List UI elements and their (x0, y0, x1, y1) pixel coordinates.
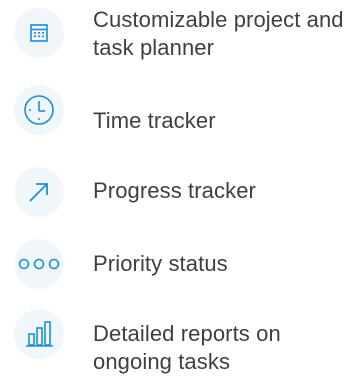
dots-icon (17, 258, 61, 270)
feature-list: Customizable project and task planner Ti… (0, 0, 361, 376)
feature-icon-wrap (14, 309, 64, 359)
feature-label: Priority status (93, 251, 228, 276)
feature-label: Customizable project and task planner (93, 7, 344, 60)
calendar-icon (28, 22, 50, 44)
feature-icon-wrap (14, 167, 64, 217)
clock-icon (22, 93, 56, 127)
feature-label: Time tracker (93, 108, 216, 133)
feature-label: Progress tracker (93, 178, 256, 203)
feature-icon-wrap (14, 85, 64, 135)
arrow-up-right-icon (26, 179, 52, 205)
bar-chart-icon (24, 319, 54, 349)
feature-label: Detailed reports on ongoing tasks (93, 321, 281, 374)
feature-icon-wrap (14, 8, 64, 58)
feature-icon-wrap (14, 239, 64, 289)
